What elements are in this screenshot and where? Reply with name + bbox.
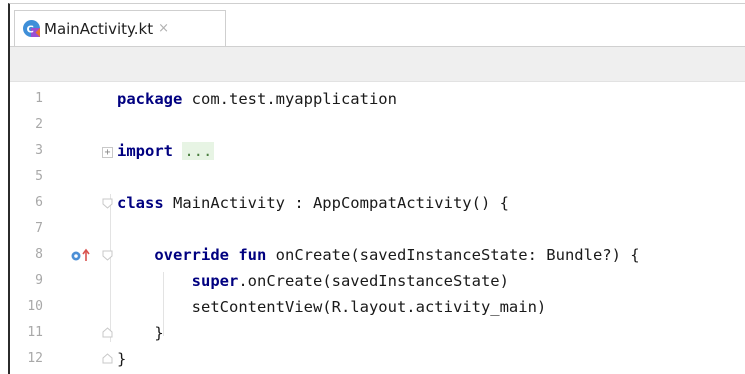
override-method-icon[interactable] [71, 248, 93, 262]
code-line: 7 [10, 216, 745, 242]
code-line: 5 [10, 164, 745, 190]
line-number: 8 [35, 247, 43, 262]
code-line: 11 } [10, 320, 745, 346]
code-line: 6 class MainActivity : AppCompatActivity… [10, 190, 745, 216]
folded-imports[interactable]: ... [182, 142, 215, 160]
keyword-class: class [117, 194, 164, 212]
code-text: super.onCreate(savedInstanceState) [191, 272, 509, 290]
code-line: 3 import ... [10, 138, 745, 164]
code-text: setContentView(R.layout.activity_main) [117, 298, 547, 316]
code-line: 2 [10, 112, 745, 138]
code-text: class MainActivity : AppCompatActivity()… [117, 194, 509, 212]
line-number: 11 [27, 325, 43, 340]
code-line: 10 setContentView(R.layout.activity_main… [10, 294, 745, 320]
line-number: 1 [35, 91, 43, 106]
code-text: override fun onCreate(savedInstanceState… [154, 246, 640, 264]
line-number: 10 [27, 299, 43, 314]
code-line: 1 package com.test.myapplication [10, 86, 745, 112]
keyword-super: super [191, 272, 239, 290]
keyword-fun: fun [238, 246, 267, 264]
code-editor[interactable]: + 1 package com.test.myapplication 2 3 i… [10, 82, 745, 374]
code-text: package com.test.myapplication [117, 90, 397, 108]
code-text: } [117, 350, 127, 368]
close-icon[interactable]: × [158, 21, 169, 36]
tab-label: MainActivity.kt [44, 19, 154, 38]
kotlin-file-icon: C [22, 19, 41, 38]
tab-mainactivity[interactable]: C MainActivity.kt × [14, 10, 226, 46]
code-text: } [117, 324, 164, 342]
editor-tab-bar: C MainActivity.kt × [10, 4, 745, 47]
code-line: 9 super.onCreate(savedInstanceState) [10, 268, 745, 294]
line-number: 9 [35, 273, 43, 288]
line-number: 2 [35, 117, 43, 132]
line-number: 7 [35, 221, 43, 236]
svg-text:C: C [27, 25, 34, 36]
keyword-package: package [117, 90, 183, 108]
line-number: 3 [35, 143, 43, 158]
code-line: 12 } [10, 346, 745, 372]
code-line: 8 override fun onCreate(savedInstanceSta… [10, 242, 745, 268]
code-text: import ... [117, 138, 215, 164]
line-number: 5 [35, 169, 43, 184]
keyword-override: override [154, 246, 229, 264]
keyword-import: import [117, 142, 173, 160]
breadcrumb-strip [10, 47, 745, 82]
line-number: 6 [35, 195, 43, 210]
ide-window: C MainActivity.kt × + 1 package com.test… [8, 3, 745, 374]
line-number: 12 [27, 351, 43, 366]
